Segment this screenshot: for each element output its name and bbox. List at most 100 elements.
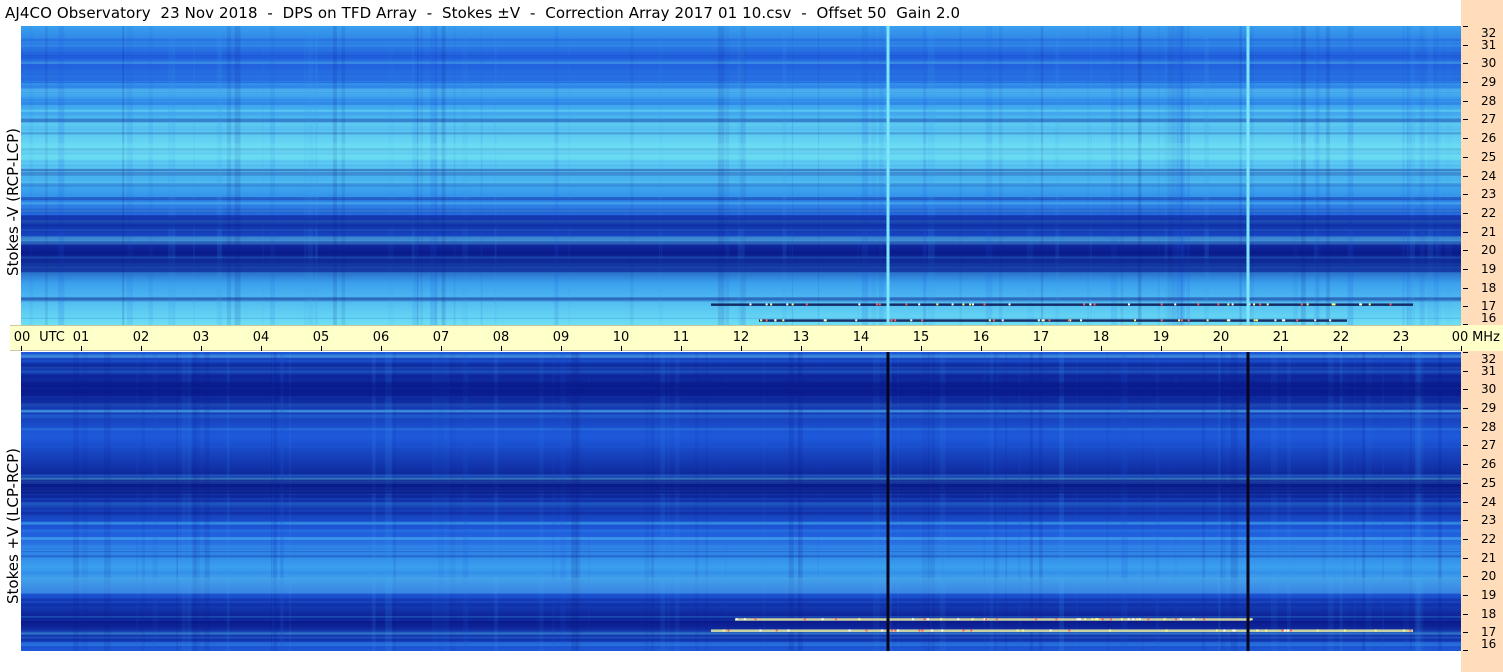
burst-dot: [1283, 319, 1286, 322]
burst-dot: [735, 618, 738, 621]
utc-tick-mark: [921, 346, 922, 351]
texture-column: [1177, 26, 1184, 325]
mhz-tick-mark: [1463, 287, 1468, 289]
utc-tick-mark: [501, 346, 502, 351]
utc-tick-label: 13: [792, 330, 810, 345]
burst-dot: [743, 618, 746, 621]
utc-tick-mark: [81, 346, 82, 351]
utc-tick-label: 11: [672, 330, 690, 345]
mhz-tick-mark: [1463, 212, 1468, 214]
texture-column: [462, 352, 469, 651]
burst-dot: [855, 319, 858, 322]
burst-dot: [897, 629, 900, 632]
texture-band: [21, 537, 1461, 540]
burst-dot: [985, 618, 988, 621]
mhz-tick-mark: [1463, 268, 1468, 270]
utc-tick-label: 04: [252, 330, 270, 345]
burst-dot: [1228, 319, 1231, 322]
texture-column: [1347, 26, 1354, 325]
texture-band: [21, 552, 1461, 555]
burst-dot: [1120, 618, 1123, 621]
texture-column: [1403, 352, 1409, 651]
burst-dot: [1290, 629, 1293, 632]
mhz-tick-mark: [1463, 324, 1468, 325]
utc-tick-mark: [561, 346, 562, 351]
mhz-tick-label: 29: [1481, 75, 1497, 90]
texture-band: [21, 638, 1461, 642]
utc-tick-mark: [681, 346, 682, 351]
texture-column: [552, 352, 556, 651]
burst-dot: [1035, 618, 1038, 621]
texture-band: [21, 616, 1461, 618]
texture-column: [959, 26, 962, 325]
burst-dot: [941, 629, 944, 632]
texture-column: [173, 26, 176, 325]
mhz-tick-label: 19: [1481, 261, 1497, 276]
utc-tick-mark: [1401, 346, 1402, 351]
burst-dot: [774, 319, 777, 322]
burst-dot: [1175, 618, 1178, 621]
burst-dot: [1231, 303, 1234, 306]
texture-column: [273, 352, 278, 651]
interference-line: [1246, 352, 1250, 651]
utc-tick-mark: [381, 346, 382, 351]
burst-dot: [890, 629, 893, 632]
texture-column: [1121, 352, 1128, 651]
burst-dot: [1163, 618, 1166, 621]
texture-column: [1106, 352, 1109, 651]
mhz-tick-mark: [1463, 632, 1468, 634]
texture-column: [817, 26, 820, 325]
mhz-tick-label: 20: [1481, 243, 1497, 258]
burst-dot: [1256, 629, 1259, 632]
texture-column: [995, 352, 1000, 651]
utc-tick-label: 01: [72, 330, 90, 345]
burst-dot: [848, 629, 851, 632]
utc-tick-mark: [441, 346, 442, 351]
utc-tick-mark: [1041, 346, 1042, 351]
burst-dot: [962, 303, 965, 306]
burst-dot: [1316, 629, 1319, 632]
texture-column: [289, 352, 291, 651]
texture-column: [560, 352, 567, 651]
burst-dot: [749, 303, 752, 306]
texture-column: [341, 26, 346, 325]
burst-dot: [1022, 629, 1025, 632]
texture-band: [21, 374, 1461, 379]
utc-tick-mark: [261, 346, 262, 351]
texture-column: [1040, 26, 1044, 325]
utc-tick-mark: [1101, 346, 1102, 351]
texture-band: [21, 358, 1461, 360]
utc-tick-label: 09: [552, 330, 570, 345]
burst-dot: [787, 629, 790, 632]
burst-dot: [722, 629, 725, 632]
mhz-tick-label: 21: [1481, 550, 1497, 565]
burst-dot: [970, 629, 973, 632]
burst-dot: [858, 303, 861, 306]
utc-tick-label: 06: [372, 330, 390, 345]
burst-dot: [1136, 618, 1139, 621]
texture-column: [695, 352, 699, 651]
burst-dot: [875, 303, 878, 306]
texture-column: [332, 26, 337, 325]
spectrogram-bottom-panel: [21, 352, 1461, 651]
texture-column: [441, 26, 446, 325]
dark-band: [21, 258, 1461, 273]
mhz-tick-label: 18: [1481, 280, 1497, 295]
texture-column: [1341, 352, 1348, 651]
burst-dot: [1286, 629, 1289, 632]
burst-dot: [754, 618, 757, 621]
mhz-tick-mark: [1463, 594, 1468, 596]
mhz-tick-label: 25: [1481, 475, 1497, 490]
texture-column: [882, 26, 884, 325]
mhz-tick-mark: [1463, 445, 1468, 447]
burst-dot: [890, 319, 893, 322]
burst-dot: [1217, 303, 1220, 306]
burst-dot: [760, 319, 763, 322]
utc-tick-mark: [201, 346, 202, 351]
texture-column: [588, 352, 590, 651]
burst-dot: [969, 303, 972, 306]
mhz-tick-label: 26: [1481, 457, 1497, 472]
burst-dot: [1008, 303, 1011, 306]
texture-column: [234, 26, 241, 325]
texture-column: [1059, 352, 1065, 651]
